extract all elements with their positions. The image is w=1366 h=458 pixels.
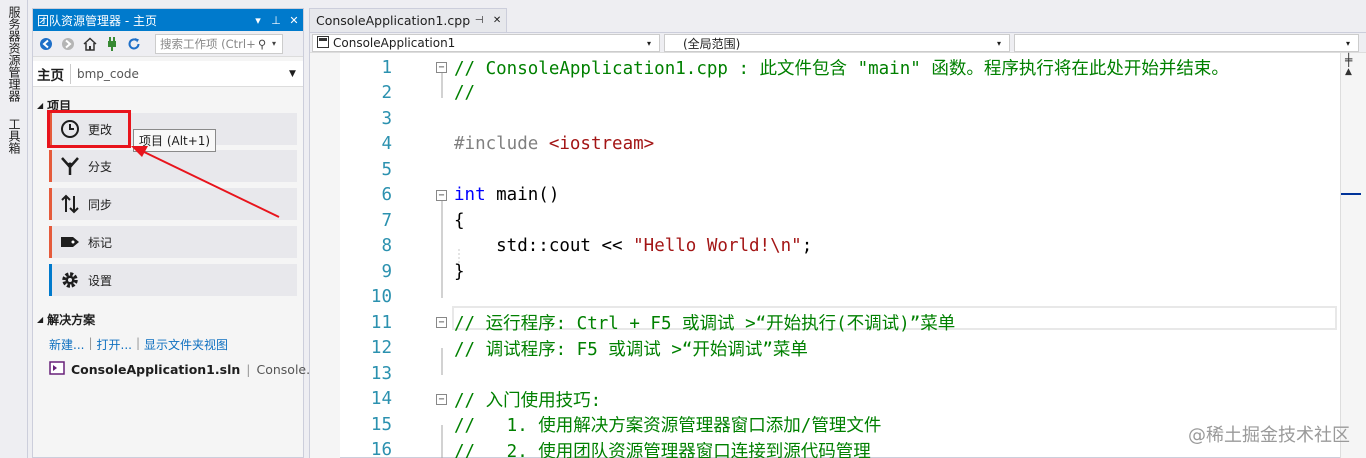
annotation-arrow xyxy=(131,146,280,218)
visual-studio-window: 服务器资源管理器 工具箱 团队资源管理器 - 主页 ▾ ⊥ ✕ 搜索工作项 (C… xyxy=(0,0,1366,458)
watermark: @稀土掘金技术社区 xyxy=(1188,425,1350,446)
